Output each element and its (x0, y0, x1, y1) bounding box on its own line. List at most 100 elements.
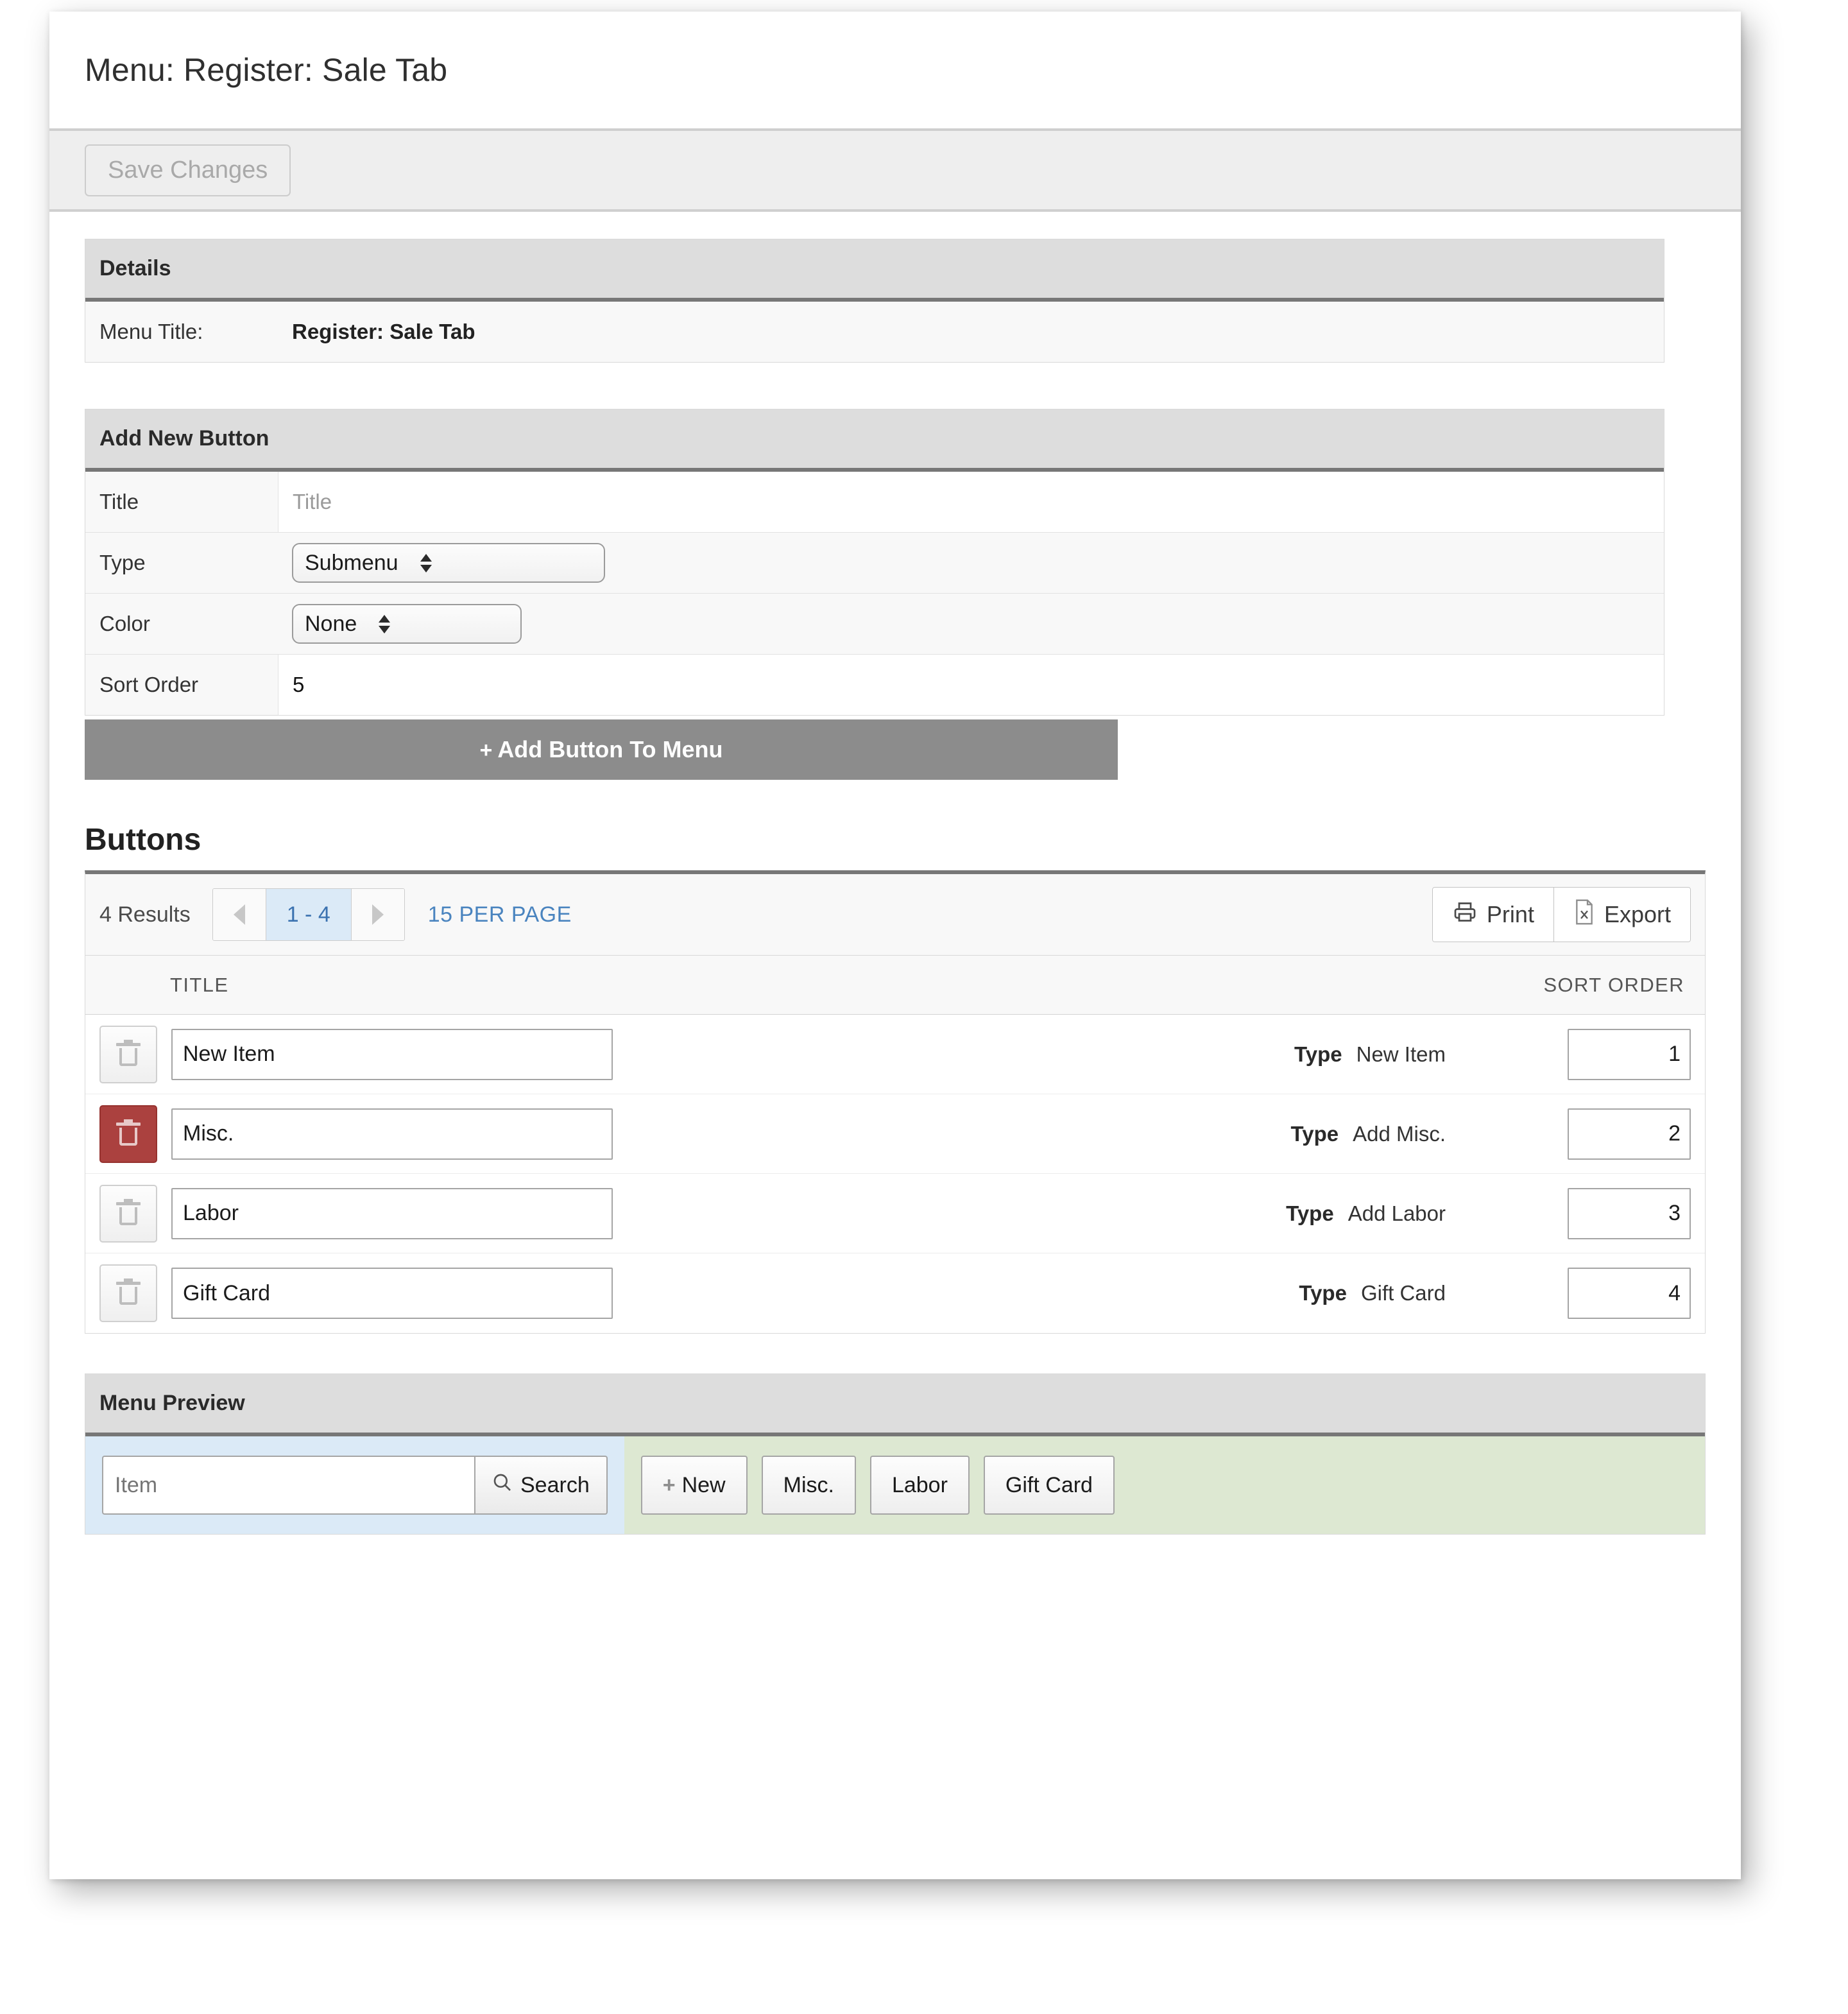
chevron-left-icon (233, 904, 245, 925)
preview-menu-button-label: Labor (891, 1472, 948, 1497)
plus-icon: + (479, 738, 493, 762)
add-sort-order-row: Sort Order 5 (85, 655, 1664, 716)
row-type-value: New Item (1356, 1042, 1446, 1066)
table-row: Type Add Misc. (85, 1094, 1705, 1174)
add-title-input-placeholder[interactable]: Title (293, 490, 332, 514)
table-row: Type Gift Card (85, 1253, 1705, 1333)
print-button[interactable]: Print (1432, 888, 1553, 942)
trash-icon (116, 1039, 141, 1066)
add-type-select-value: Submenu (305, 550, 398, 575)
chevron-updown-icon (420, 553, 432, 572)
excel-file-icon (1573, 899, 1595, 931)
preview-search-input[interactable] (102, 1456, 474, 1515)
buttons-section-heading: Buttons (85, 823, 201, 857)
column-header-sort-order: SORT ORDER (1543, 973, 1684, 996)
add-type-label: Type (99, 551, 146, 574)
preview-menu-button-label: Misc. (783, 1472, 834, 1497)
row-type-value: Gift Card (1360, 1281, 1446, 1305)
menu-preview-body: Search +New Misc. Labor Gift Card (85, 1436, 1705, 1535)
export-button[interactable]: Export (1553, 888, 1690, 942)
menu-title-value: Register: Sale Tab (292, 320, 475, 343)
buttons-grid-toolbar: 4 Results 1 - 4 15 PER PAGE Print Export (85, 874, 1705, 956)
details-menu-title-row: Menu Title: Register: Sale Tab (85, 302, 1664, 363)
preview-menu-button[interactable]: + New (640, 1456, 748, 1515)
add-color-row: Color None (85, 594, 1664, 655)
add-type-field-cell: Submenu (278, 533, 1664, 593)
add-type-row: Type Submenu (85, 533, 1664, 594)
preview-menu-button-label: Gift Card (1005, 1472, 1093, 1497)
chevron-updown-icon (379, 614, 391, 633)
row-type-label: Type (1299, 1281, 1347, 1305)
preview-menu-button[interactable]: Labor (869, 1456, 970, 1515)
preview-menu-button[interactable]: Gift Card (983, 1456, 1115, 1515)
grid-tools-group: Print Export (1432, 887, 1691, 942)
add-title-label: Title (99, 490, 139, 513)
add-sort-order-input-value[interactable]: 5 (293, 673, 304, 697)
add-type-select[interactable]: Submenu (292, 543, 605, 583)
add-sort-order-field-cell[interactable]: 5 (278, 655, 1664, 715)
search-icon (492, 1472, 513, 1499)
delete-row-button[interactable] (99, 1025, 157, 1083)
save-changes-button[interactable]: Save Changes (85, 144, 291, 196)
details-panel-title: Details (85, 239, 1664, 302)
card-header: Menu: Register: Sale Tab (49, 12, 1741, 131)
delete-row-button[interactable] (99, 1105, 157, 1163)
per-page-selector[interactable]: 15 PER PAGE (428, 902, 572, 927)
column-header-title: TITLE (170, 973, 229, 996)
row-type-value: Add Misc. (1353, 1121, 1446, 1146)
table-row: Type New Item (85, 1015, 1705, 1094)
delete-row-button[interactable] (99, 1184, 157, 1243)
row-title-input[interactable] (171, 1187, 613, 1239)
add-color-field-cell: None (278, 594, 1664, 654)
trash-icon (116, 1278, 141, 1305)
row-type-label: Type (1294, 1042, 1342, 1066)
page-range-indicator[interactable]: 1 - 4 (266, 889, 351, 940)
add-title-field-cell[interactable]: Title (278, 472, 1664, 532)
trash-icon (116, 1198, 141, 1225)
preview-search-label: Search (520, 1472, 590, 1497)
pagination-control: 1 - 4 (212, 888, 405, 941)
main-card: Menu: Register: Sale Tab Save Changes De… (49, 12, 1741, 1879)
row-type-value: Add Labor (1348, 1201, 1446, 1225)
add-button-to-menu-label: Add Button To Menu (497, 736, 723, 762)
prev-page-button[interactable] (212, 889, 266, 940)
trash-icon (116, 1119, 141, 1146)
row-type-label: Type (1286, 1201, 1334, 1225)
menu-title-label: Menu Title: (99, 320, 203, 343)
row-title-input[interactable] (171, 1108, 613, 1160)
action-toolbar: Save Changes (49, 131, 1741, 212)
menu-preview-panel: Menu Preview Search (85, 1373, 1706, 1535)
preview-menu-button[interactable]: Misc. (761, 1456, 856, 1515)
next-page-button[interactable] (350, 889, 404, 940)
preview-search-group: Search (102, 1456, 608, 1515)
preview-search-button[interactable]: Search (474, 1456, 608, 1515)
row-type-group: Type Add Labor (1286, 1201, 1446, 1226)
add-color-select[interactable]: None (292, 604, 522, 644)
add-color-select-value: None (305, 611, 357, 636)
export-label: Export (1604, 901, 1671, 927)
row-sort-order-input[interactable] (1568, 1108, 1691, 1160)
add-new-button-panel-title: Add New Button (85, 409, 1664, 472)
row-sort-order-input[interactable] (1568, 1268, 1691, 1319)
row-type-group: Type New Item (1294, 1042, 1446, 1067)
screenshot-root: Menu: Register: Sale Tab Save Changes De… (0, 0, 1848, 2014)
row-sort-order-input[interactable] (1568, 1187, 1691, 1239)
row-type-group: Type Gift Card (1299, 1281, 1446, 1305)
row-type-label: Type (1290, 1121, 1339, 1146)
menu-title-value-cell: Register: Sale Tab (278, 302, 1664, 362)
add-title-row: Title Title (85, 472, 1664, 533)
add-sort-order-label: Sort Order (99, 673, 199, 696)
delete-row-button[interactable] (99, 1264, 157, 1322)
row-title-input[interactable] (171, 1268, 613, 1319)
print-label: Print (1486, 901, 1534, 927)
row-type-group: Type Add Misc. (1291, 1122, 1446, 1146)
card-body: Details Menu Title: Register: Sale Tab A… (49, 239, 1741, 1535)
menu-preview-panel-title: Menu Preview (85, 1374, 1705, 1436)
table-row: Type Add Labor (85, 1174, 1705, 1253)
chevron-right-icon (372, 904, 384, 925)
buttons-grid-body: TypeNew ItemTypeAdd Misc.TypeAdd LaborTy… (85, 1015, 1705, 1333)
add-button-to-menu-button[interactable]: + Add Button To Menu (85, 719, 1118, 780)
row-sort-order-input[interactable] (1568, 1028, 1691, 1080)
row-title-input[interactable] (171, 1028, 613, 1080)
add-color-label: Color (99, 612, 150, 635)
